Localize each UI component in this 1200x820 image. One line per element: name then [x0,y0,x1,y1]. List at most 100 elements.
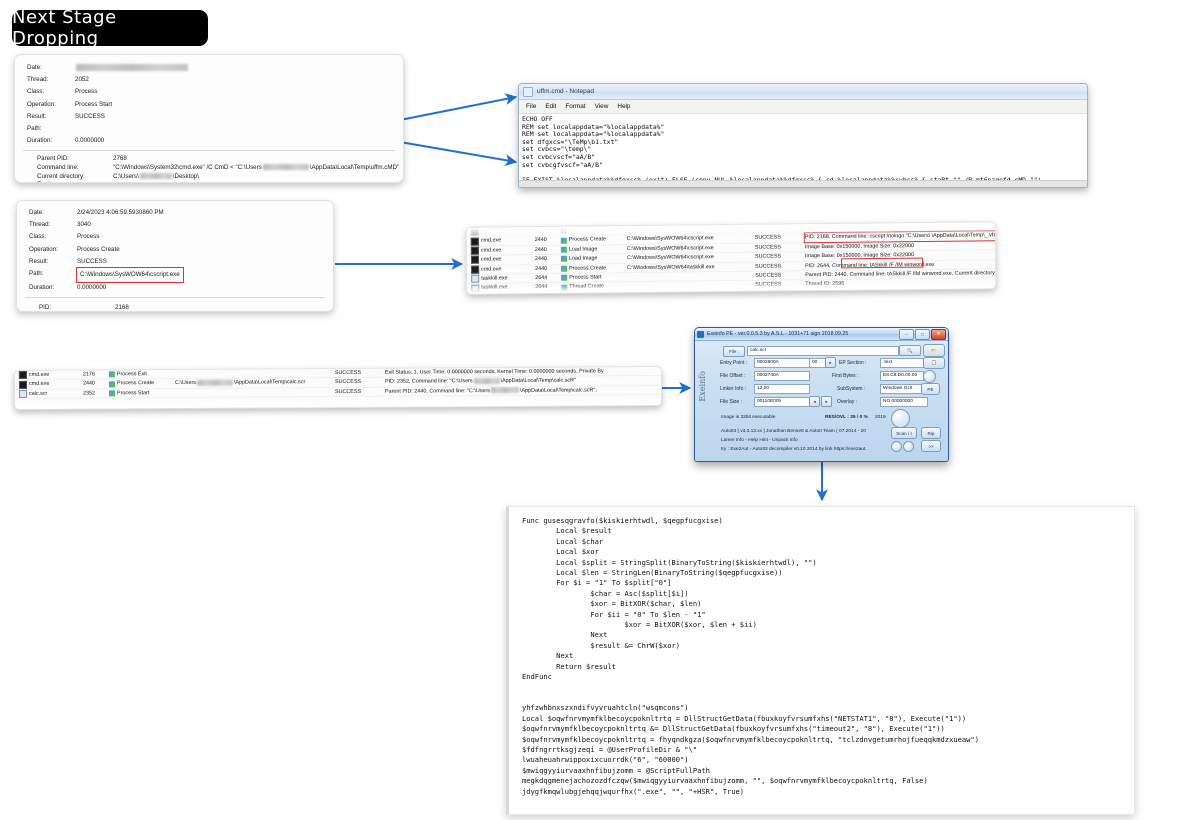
result-cell: SUCCESS [334,379,362,386]
refresh-icon-button[interactable] [903,441,914,452]
procmon-event-card-2: Date: 2/24/2023 4:06:59.5930860 PM Threa… [16,200,334,312]
open-file-button[interactable]: 📂 [923,344,945,357]
procmon-list-2[interactable]: cmd.exe 2176 Process Exit SUCCESS Exit S… [13,366,663,410]
table-row: Parent PID: 2768 [15,155,403,164]
operation-icon [560,256,568,263]
search-icon-button[interactable]: 🔍 [899,345,921,356]
notepad-titlebar[interactable]: uffm.cmd - Notepad [519,84,1087,100]
field-label: Operation: [29,245,58,253]
table-row: Result: SUCCESS [15,111,403,123]
operation-cell: Load Image [560,245,627,254]
page-title-text: Next Stage Dropping [12,7,117,49]
first-bytes-field[interactable]: E8.C8.D0.00.00 [880,371,924,381]
process-name-cell: cmd.exe [467,255,535,265]
process-name-cell: taskkill.exe [467,274,535,283]
exeinfo-title: Exeinfo PE - ver.0.0.5.3 by A.S.L - 1031… [707,331,849,337]
operation-icon [108,380,115,387]
maximize-button[interactable]: □ [915,328,930,340]
process-name-label: cmd.exe [28,381,50,388]
notepad-menubar[interactable]: File Edit Format View Help [519,100,1087,114]
menu-item-format[interactable]: Format [565,103,585,110]
field-value: 2768 [113,155,127,163]
field-label: Date: [29,209,44,216]
menu-item-edit[interactable]: Edit [545,103,556,110]
globe-icon-button[interactable] [891,441,902,452]
process-name-label: cmd.exe [480,256,502,263]
pid-cell: 2644 [535,284,548,291]
pid-cell: 2440 [534,246,547,253]
notepad-window[interactable]: uffm.cmd - Notepad File Edit Format View… [518,83,1088,188]
field-label: Date: [27,64,42,71]
file-size-field[interactable]: 00110E00h [754,397,810,407]
entry-point-field[interactable]: 0002800A [754,358,810,368]
file-size-next-button[interactable]: ▸ [821,396,832,407]
result-cell: SUCCESS [755,263,782,270]
close-button[interactable]: ✕ [931,328,946,340]
operation-cell: Process Create [108,379,175,388]
menu-item-file[interactable]: File [526,103,536,110]
process-name-label: calc.scr [29,390,48,397]
result-cell: SUCCESS [755,281,782,289]
file-path-field[interactable]: calc.scr [747,346,899,356]
cmd-icon [471,265,480,274]
field-label: Duration: [29,284,55,292]
menu-item-help[interactable]: Help [617,103,630,110]
operation-icon [561,274,568,281]
table-row: Thread: 3040 [17,219,333,231]
process-name-label: cmd.exe [28,371,50,378]
notepad-statusbar [519,180,1087,187]
rip-button[interactable]: Rip [921,427,941,439]
autoit-code-text: Func gusesqgravfo($kiskierhtwdl, $qegpfu… [522,516,979,796]
operation-cell: Process Create [561,264,627,273]
field-label: Environment: [37,181,113,182]
scan-button[interactable]: Scan / t [891,427,917,439]
field-value: 3040 [77,221,91,229]
ep-section-field[interactable]: .text [880,358,924,368]
path-cell [627,229,755,230]
file-offset-field[interactable]: 0002740A [754,371,810,381]
operation-label: Process Start [569,274,602,281]
file-size-prev-button[interactable]: ◂ [809,396,820,407]
operation-cell [560,227,627,234]
copy-button[interactable]: 📋 [923,357,945,369]
field-value [113,181,403,182]
process-name-label: cmd.exe [481,265,502,273]
table-row: Operation: Process Start [15,99,403,111]
entry-point-suffix-field[interactable]: 00 [809,358,826,368]
path-cell: C:\Windows\SysWOW64\cscript.exe [626,244,714,252]
notepad-text-area[interactable]: ECHO OFF REM set localappdata="%localapp… [519,114,1087,187]
minimize-button[interactable]: – [899,328,914,340]
pe-button[interactable]: PE [921,383,940,395]
exeinfo-pe-window[interactable]: Exeinfo PE - ver.0.0.5.3 by A.S.L - 1031… [694,327,949,462]
result-cell: SUCCESS [754,253,782,260]
result-cell: SUCCESS [755,272,782,279]
table-row: PID: 2168 [17,303,333,312]
operation-cell: Load Image [560,254,627,263]
overlay-field[interactable]: NO 00000000 [880,397,928,407]
pid-cell: 2440 [535,265,548,272]
subsystem-field[interactable]: Windows GUI [880,384,924,394]
operation-icon [560,237,567,244]
path-cell: C:\Windows\SysWOW64\cscript.exe [626,235,714,243]
more-button[interactable]: >> [921,440,941,452]
operation-cell: Process Create [560,235,627,244]
field-value [75,62,403,74]
file-offset-label: File Offset : [720,373,746,379]
process-name-cell [467,227,535,236]
entry-point-stepper[interactable]: ▸ [825,357,836,368]
operation-cell: Thread Create [561,282,627,291]
info-button[interactable] [923,370,936,383]
field-label: Operation: [27,100,56,108]
operation-label: Process Exit [116,371,147,378]
result-cell: SUCCESS [334,369,361,377]
exeinfo-titlebar[interactable]: Exeinfo PE - ver.0.0.5.3 by A.S.L - 1031… [695,328,948,341]
pid-cell: 2644 [535,274,548,282]
field-value: SUCCESS [77,257,107,265]
path-cell [175,392,335,393]
menu-item-view[interactable]: View [595,103,609,110]
linker-info-field[interactable]: 12.00 [754,384,810,394]
ep-section-label: EP Section : [839,360,867,366]
file-browse-button[interactable]: File : [723,346,745,357]
file-size-label: File Size : [720,399,742,405]
field-label: PID: [39,304,52,312]
